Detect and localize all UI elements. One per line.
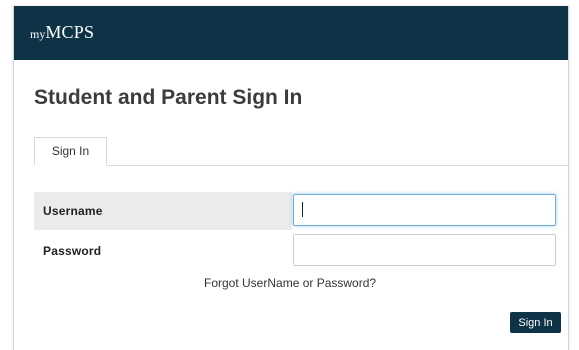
username-input[interactable]	[293, 194, 556, 226]
password-input[interactable]	[293, 234, 556, 266]
page-title: Student and Parent Sign In	[34, 86, 303, 109]
tab-sign-in[interactable]: Sign In	[34, 137, 107, 166]
app-header: myMCPS	[14, 6, 568, 60]
signin-window: myMCPS Student and Parent Sign In Sign I…	[13, 6, 569, 350]
text-caret	[302, 202, 303, 217]
forgot-credentials-link[interactable]: Forgot UserName or Password?	[204, 276, 376, 290]
tabs-divider	[34, 165, 568, 166]
brand-logo[interactable]: myMCPS	[30, 22, 94, 43]
username-label: Username	[34, 192, 292, 230]
sign-in-button[interactable]: Sign In	[510, 312, 561, 333]
brand-prefix: my	[30, 27, 46, 41]
brand-name: MCPS	[45, 22, 95, 42]
password-label: Password	[34, 232, 292, 270]
